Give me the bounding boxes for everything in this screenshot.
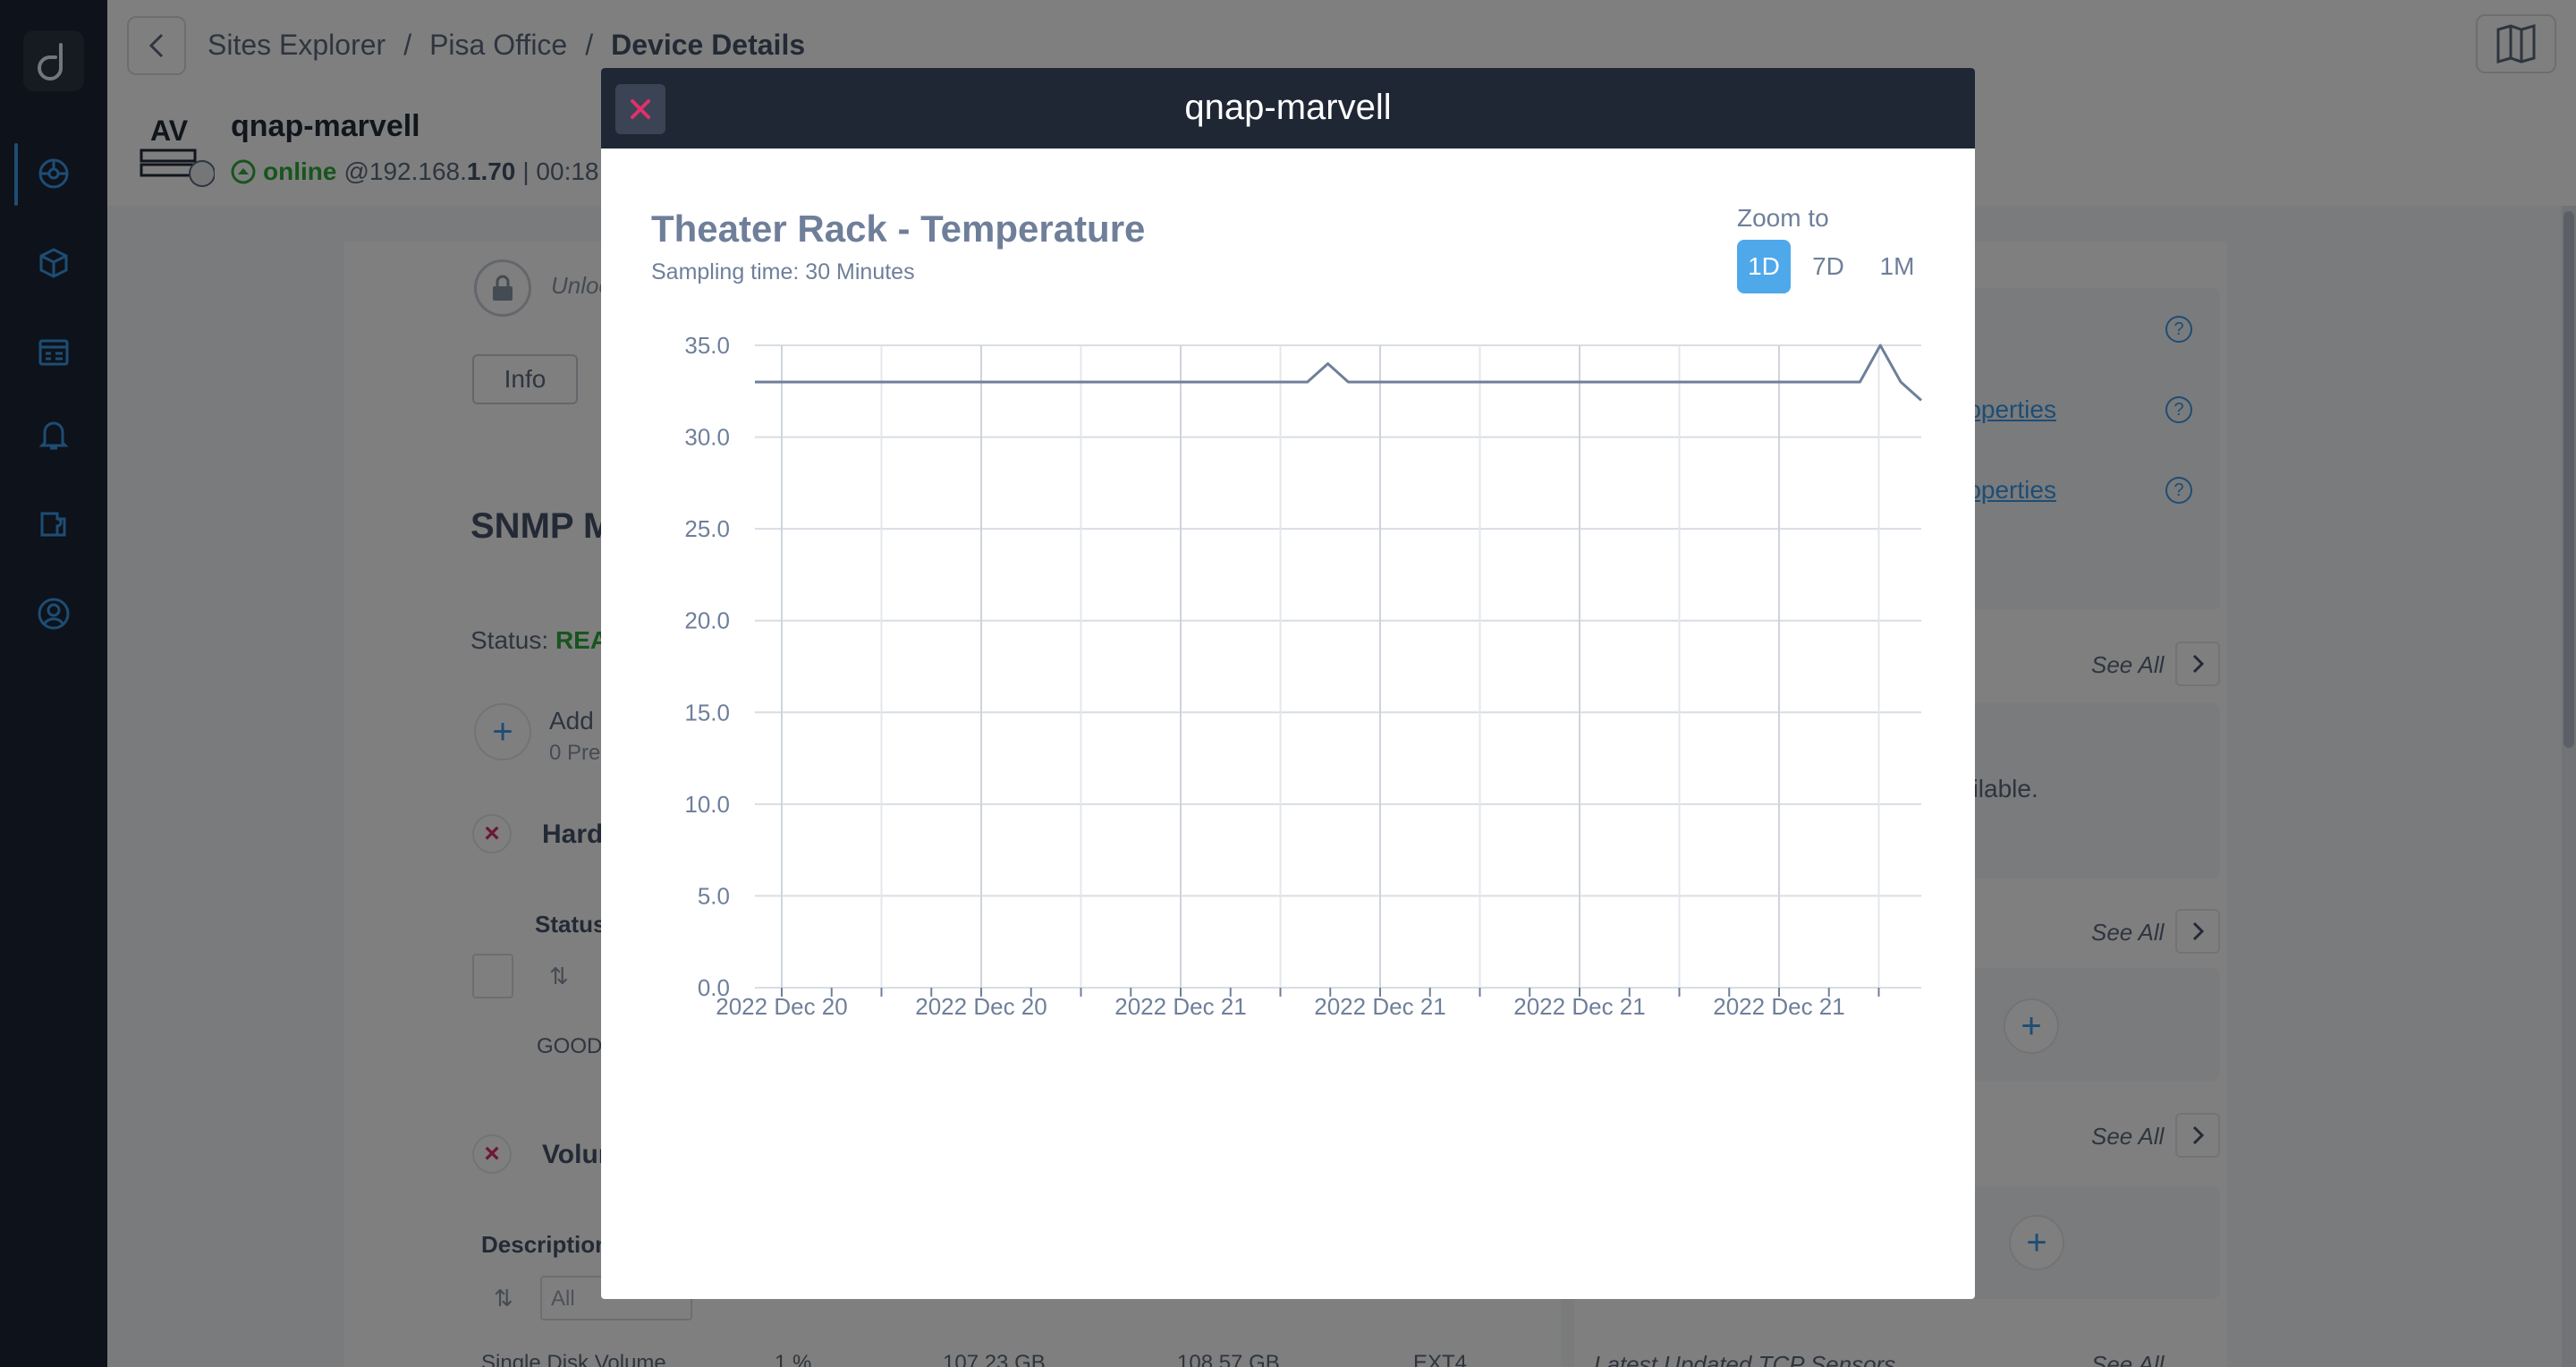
y-tick-label: 35.0 [684, 332, 730, 359]
x-tick-label: 2022 Dec 21 [1314, 993, 1445, 1020]
y-tick-label: 15.0 [684, 699, 730, 726]
temperature-chart: 35.030.025.020.015.010.05.00.02022 Dec 2… [684, 332, 1923, 1020]
y-tick-label: 10.0 [684, 791, 730, 818]
x-tick-label: 2022 Dec 20 [716, 993, 847, 1020]
x-tick-label: 2022 Dec 21 [1713, 993, 1844, 1020]
chart-modal: qnap-marvell Theater Rack - Temperature … [601, 68, 1975, 1299]
y-tick-label: 25.0 [684, 515, 730, 542]
temperature-series-line [755, 344, 1923, 402]
y-tick-label: 5.0 [698, 882, 730, 909]
x-tick-label: 2022 Dec 20 [915, 993, 1046, 1020]
x-tick-label: 2022 Dec 21 [1114, 993, 1246, 1020]
y-tick-label: 20.0 [684, 607, 730, 634]
x-tick-label: 2022 Dec 21 [1513, 993, 1645, 1020]
y-tick-label: 30.0 [684, 424, 730, 451]
